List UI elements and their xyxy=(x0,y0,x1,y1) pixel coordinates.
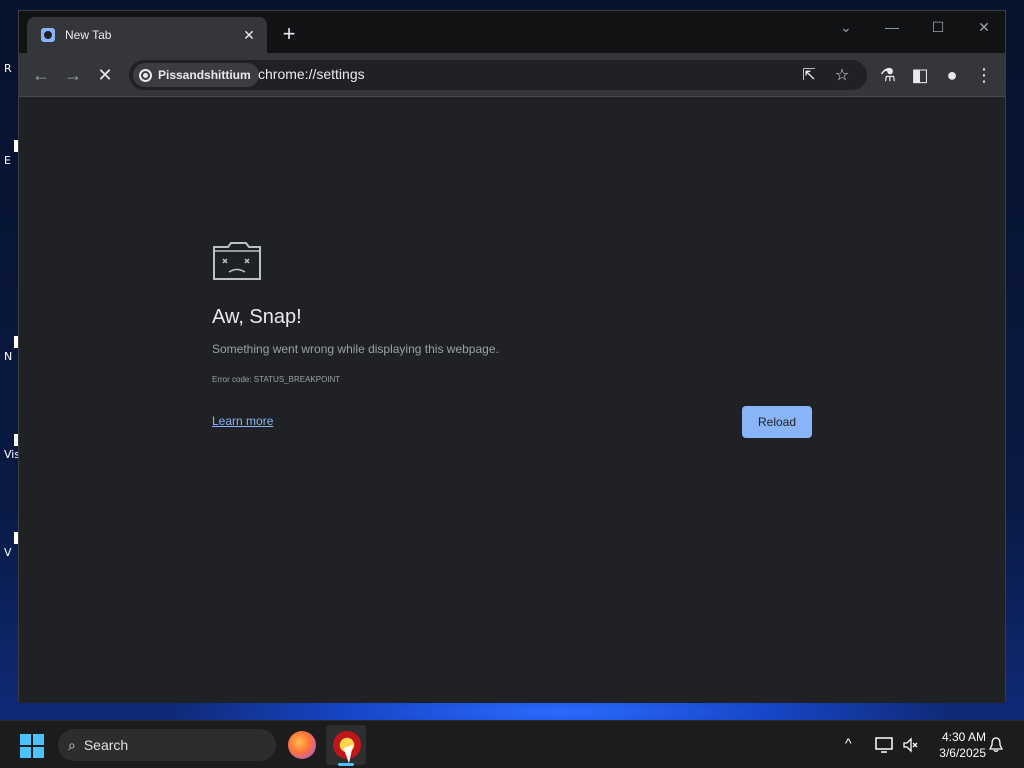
tab-search-icon[interactable]: ⌄ xyxy=(823,11,869,43)
close-window-button[interactable]: ✕ xyxy=(961,11,1007,43)
notification-bell-icon[interactable] xyxy=(989,737,1003,753)
stop-loading-button[interactable]: ✕ xyxy=(93,63,117,87)
system-clock[interactable]: 4:30 AM 3/6/2025 xyxy=(926,729,986,761)
share-icon[interactable]: ⇱ xyxy=(799,65,819,85)
learn-more-link[interactable]: Learn more xyxy=(212,414,273,428)
toolbar: ← → ✕ Pissandshittium chrome://settings … xyxy=(19,53,1005,97)
site-chip-label: Pissandshittium xyxy=(158,68,251,82)
bookmark-star-icon[interactable]: ☆ xyxy=(832,65,852,85)
maximize-button[interactable]: ☐ xyxy=(915,11,961,43)
menu-kebab-icon[interactable]: ⋮ xyxy=(972,63,996,87)
side-panel-icon[interactable]: ◧ xyxy=(908,63,932,87)
clock-time: 4:30 AM xyxy=(941,730,986,744)
error-message: Something went wrong while displaying th… xyxy=(212,342,499,356)
chrome-logo-icon xyxy=(139,68,152,82)
back-button[interactable]: ← xyxy=(29,63,53,87)
clock-date: 3/6/2025 xyxy=(939,746,986,760)
site-info-chip[interactable]: Pissandshittium xyxy=(133,63,259,87)
search-placeholder: Search xyxy=(83,737,129,753)
minimize-button[interactable]: — xyxy=(869,11,915,43)
reload-button[interactable]: Reload xyxy=(742,406,812,438)
browser-window: New Tab ✕ + ⌄ — ☐ ✕ ← → ✕ Pissandshittiu… xyxy=(18,10,1006,703)
firefox-icon[interactable] xyxy=(288,731,316,759)
tab-title: New Tab xyxy=(65,28,112,42)
error-code: Error code: STATUS_BREAKPOINT xyxy=(212,375,341,384)
new-tab-button[interactable]: + xyxy=(279,23,299,45)
page-content: Aw, Snap! Something went wrong while dis… xyxy=(19,97,1005,703)
error-title: Aw, Snap! xyxy=(212,306,302,328)
taskbar: ⌕ Search ^ 4:30 AM 3/6/2025 xyxy=(0,720,1024,768)
desktop-icon-label: V xyxy=(4,546,12,559)
windows-start-icon[interactable] xyxy=(20,734,44,758)
forward-button[interactable]: → xyxy=(61,63,85,87)
volume-muted-icon[interactable] xyxy=(902,737,918,753)
active-app-indicator xyxy=(338,763,354,766)
network-icon[interactable] xyxy=(875,737,893,753)
desktop-icon-label: E xyxy=(4,154,11,167)
tab-close-icon[interactable]: ✕ xyxy=(241,27,257,44)
desktop-icon-label: R xyxy=(4,62,12,75)
tab-new-tab[interactable]: New Tab ✕ xyxy=(27,17,267,53)
desktop-icon-label: N xyxy=(4,350,13,363)
tab-strip: New Tab ✕ + ⌄ — ☐ ✕ xyxy=(19,11,1005,53)
new-tab-favicon-icon xyxy=(41,28,55,42)
profile-icon[interactable]: ● xyxy=(940,63,964,87)
taskbar-search-box[interactable]: ⌕ Search xyxy=(58,729,276,761)
sad-folder-icon xyxy=(213,242,261,280)
address-bar[interactable]: Pissandshittium chrome://settings ⇱ ☆ xyxy=(129,60,867,90)
tray-overflow-chevron-icon[interactable]: ^ xyxy=(845,735,852,751)
url-text[interactable]: chrome://settings xyxy=(258,66,365,82)
labs-flask-icon[interactable]: ⚗ xyxy=(876,63,900,87)
search-icon: ⌕ xyxy=(68,736,76,753)
